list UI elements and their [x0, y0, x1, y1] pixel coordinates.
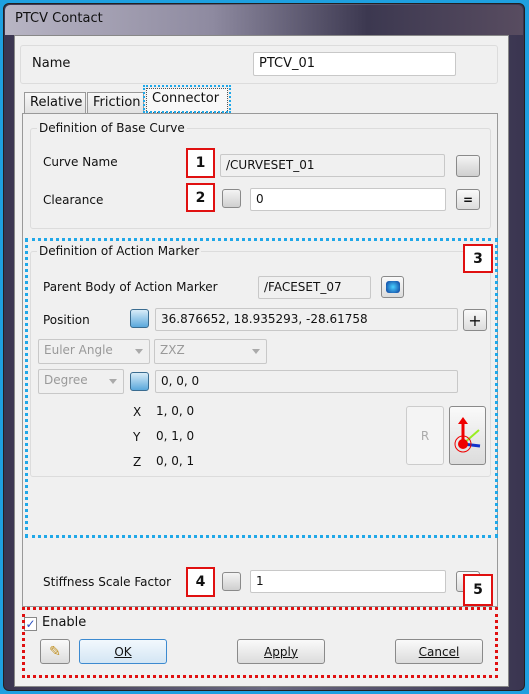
clearance-toggle-button[interactable] — [222, 189, 241, 208]
tab-relative[interactable]: Relative — [24, 92, 86, 114]
clearance-label: Clearance — [43, 193, 104, 207]
annotation-badge-1: 1 — [186, 148, 215, 178]
annotation-badge-3: 3 — [463, 244, 493, 273]
annotation-region-3 — [25, 238, 498, 538]
curve-select-button[interactable] — [456, 155, 480, 177]
annotation-region-5 — [22, 607, 498, 678]
stiffness-label: Stiffness Scale Factor — [43, 575, 172, 589]
equals-icon-button[interactable]: = — [456, 189, 480, 210]
stiffness-toggle-button[interactable] — [222, 572, 241, 591]
annotation-badge-4: 4 — [186, 567, 215, 597]
base-curve-group — [30, 128, 491, 229]
curve-name-field[interactable]: /CURVESET_01 — [220, 154, 445, 177]
clearance-input[interactable]: 0 — [250, 188, 446, 211]
annotation-badge-5: 5 — [463, 574, 493, 606]
tab-highlight — [143, 85, 231, 113]
name-input[interactable]: PTCV_01 — [253, 52, 456, 76]
stiffness-input[interactable]: 1 — [250, 570, 446, 593]
curve-name-label: Curve Name — [43, 155, 118, 169]
tab-friction[interactable]: Friction — [87, 92, 144, 114]
name-label: Name — [32, 56, 71, 71]
annotation-badge-2: 2 — [186, 183, 215, 212]
window-title: PTCV Contact — [15, 11, 103, 26]
base-curve-title: Definition of Base Curve — [37, 121, 187, 135]
